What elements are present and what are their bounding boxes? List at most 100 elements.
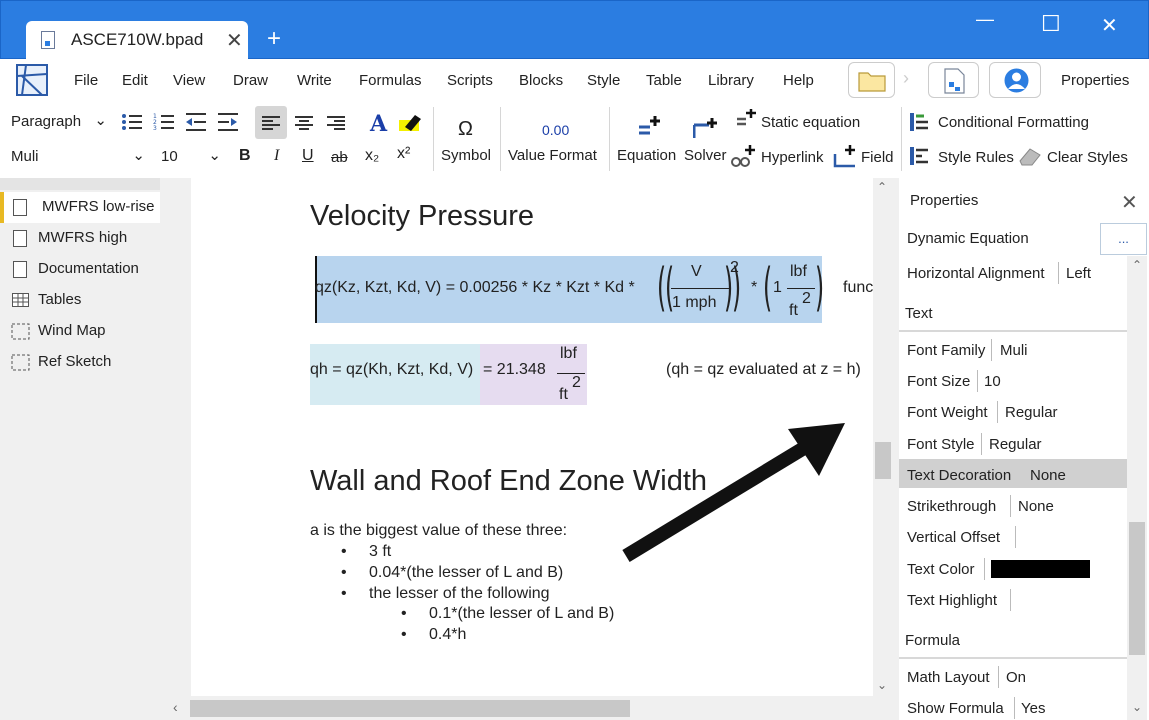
sidebar-item-mwfrs-low-rise[interactable]: MWFRS low-rise xyxy=(0,192,160,223)
sidebar-item-mwfrs-high[interactable]: MWFRS high xyxy=(0,223,160,254)
menu-blocks[interactable]: Blocks xyxy=(519,72,563,89)
more-options-button[interactable]: ... xyxy=(1100,223,1147,255)
hyperlink-button[interactable]: Hyperlink xyxy=(761,149,824,166)
scroll-down-icon[interactable]: ⌄ xyxy=(1132,700,1142,714)
new-tab-button[interactable]: + xyxy=(267,25,281,53)
tab-close-icon[interactable]: ✕ xyxy=(226,28,243,53)
close-icon[interactable]: ✕ xyxy=(1121,190,1138,215)
align-right-icon[interactable] xyxy=(327,115,345,131)
italic-button[interactable]: I xyxy=(274,147,279,165)
prop-font-size-value[interactable]: 10 xyxy=(984,373,1001,390)
document-button[interactable] xyxy=(928,62,979,98)
font-size-value: 10 xyxy=(161,148,178,165)
vertical-scrollbar[interactable]: ⌃ ⌄ xyxy=(873,178,893,698)
menu-draw[interactable]: Draw xyxy=(233,72,268,89)
prop-show-formula-value[interactable]: Yes xyxy=(1021,700,1045,717)
menu-scripts[interactable]: Scripts xyxy=(447,72,493,89)
bullet-dot: • xyxy=(341,543,347,560)
prop-text-color-swatch[interactable] xyxy=(991,560,1090,578)
equation-qz[interactable]: qz(Kz, Kzt, Kd, V) = 0.00256 * Kz * Kzt … xyxy=(315,256,824,323)
bold-button[interactable]: B xyxy=(239,147,251,165)
value-format-button[interactable]: Value Format xyxy=(508,147,597,164)
paragraph-style-select[interactable]: Paragraph ⌄ xyxy=(4,108,114,136)
sidebar-item-tables[interactable]: Tables xyxy=(0,285,160,316)
text-color-button[interactable]: A xyxy=(370,111,387,137)
section-divider xyxy=(899,330,1127,332)
indent-icon[interactable] xyxy=(217,112,239,132)
outdent-icon[interactable] xyxy=(185,112,207,132)
equation-qh-result-area[interactable]: = 21.348 lbf ft 2 xyxy=(480,344,587,405)
close-window-button[interactable]: ✕ xyxy=(1101,13,1118,38)
open-folder-button[interactable] xyxy=(848,62,895,98)
prop-font-family-value[interactable]: Muli xyxy=(1000,342,1028,359)
divider xyxy=(1010,495,1011,517)
menu-edit[interactable]: Edit xyxy=(122,72,148,89)
equation-qh-lhs-area[interactable]: qh = qz(Kh, Kzt, Kd, V) xyxy=(310,344,480,405)
strikethrough-button[interactable]: ab xyxy=(331,149,348,166)
sidebar-item-ref-sketch[interactable]: Ref Sketch xyxy=(0,347,160,378)
properties-scrollbar[interactable]: ⌃ ⌄ xyxy=(1127,256,1147,720)
menu-help[interactable]: Help xyxy=(783,72,814,89)
chevron-down-icon: ⌄ xyxy=(132,147,145,164)
prop-horizontal-alignment-value[interactable]: Left xyxy=(1066,265,1091,282)
fraction-denominator: 1 mph xyxy=(672,294,717,311)
scroll-thumb[interactable] xyxy=(1129,522,1145,655)
scroll-thumb[interactable] xyxy=(875,442,891,479)
superscript-button[interactable]: x² xyxy=(397,145,410,163)
menu-formulas[interactable]: Formulas xyxy=(359,72,422,89)
scroll-down-icon[interactable]: ⌄ xyxy=(877,678,887,692)
scroll-up-icon[interactable]: ⌃ xyxy=(1132,258,1142,272)
subscript-button[interactable]: x₂ xyxy=(365,147,379,165)
account-button[interactable] xyxy=(989,62,1041,98)
chevron-down-icon: ⌄ xyxy=(208,147,221,164)
scroll-left-icon[interactable]: ‹ xyxy=(173,699,178,715)
document-page[interactable]: Velocity Pressure qz(Kz, Kzt, Kd, V) = 0… xyxy=(191,178,873,696)
menu-write[interactable]: Write xyxy=(297,72,332,89)
font-family-select[interactable]: Muli ⌄ xyxy=(4,143,152,171)
highlight-icon[interactable] xyxy=(399,113,425,133)
document-icon xyxy=(13,230,27,247)
prop-text-highlight-label: Text Highlight xyxy=(907,592,998,609)
field-button[interactable]: Field xyxy=(861,149,894,166)
numbered-list-icon[interactable]: 123 xyxy=(153,112,175,132)
prop-text-decoration-value[interactable]: None xyxy=(1030,467,1066,484)
menu-table[interactable]: Table xyxy=(646,72,682,89)
svg-text:3: 3 xyxy=(153,125,157,132)
static-equation-button[interactable]: Static equation xyxy=(761,114,860,131)
toolbar-separator xyxy=(901,107,902,171)
menu-file[interactable]: File xyxy=(74,72,98,89)
section-formula-label: Formula xyxy=(905,632,961,649)
font-size-select[interactable]: 10 ⌄ xyxy=(154,143,228,171)
minimize-button[interactable]: — xyxy=(976,9,994,30)
symbol-button[interactable]: Symbol xyxy=(441,147,491,164)
sidebar-item-wind-map[interactable]: Wind Map xyxy=(0,316,160,347)
unit-denominator: ft xyxy=(559,386,568,403)
bullet-list-icon[interactable] xyxy=(121,112,143,132)
align-left-button[interactable] xyxy=(255,106,287,139)
solver-button[interactable]: Solver xyxy=(684,147,727,164)
scroll-up-icon[interactable]: ⌃ xyxy=(877,180,887,194)
prop-font-style-value[interactable]: Regular xyxy=(989,436,1042,453)
underline-button[interactable]: U xyxy=(302,147,314,165)
fraction-bar xyxy=(787,288,815,289)
maximize-button[interactable]: ☐ xyxy=(1041,11,1061,37)
sidebar-item-documentation[interactable]: Documentation xyxy=(0,254,160,285)
document-tab[interactable]: ASCE710W.bpad ✕ xyxy=(26,21,248,60)
prop-math-layout-value[interactable]: On xyxy=(1006,669,1026,686)
align-center-icon[interactable] xyxy=(295,115,313,131)
prop-font-weight-value[interactable]: Regular xyxy=(1005,404,1058,421)
app-logo-icon[interactable] xyxy=(16,64,48,96)
horizontal-scrollbar[interactable]: ‹ xyxy=(160,697,873,720)
menu-library[interactable]: Library xyxy=(708,72,754,89)
menu-view[interactable]: View xyxy=(173,72,205,89)
clear-styles-button[interactable]: Clear Styles xyxy=(1047,149,1128,166)
equation-button[interactable]: Equation xyxy=(617,147,676,164)
properties-toggle-button[interactable]: Properties xyxy=(1061,72,1129,89)
prop-strikethrough-value[interactable]: None xyxy=(1018,498,1054,515)
conditional-formatting-button[interactable]: Conditional Formatting xyxy=(938,114,1089,131)
menu-style[interactable]: Style xyxy=(587,72,620,89)
scroll-thumb[interactable] xyxy=(190,700,630,717)
exponent: 2 xyxy=(730,259,739,276)
sidebar-item-label: Tables xyxy=(38,291,82,308)
style-rules-button[interactable]: Style Rules xyxy=(938,149,1014,166)
